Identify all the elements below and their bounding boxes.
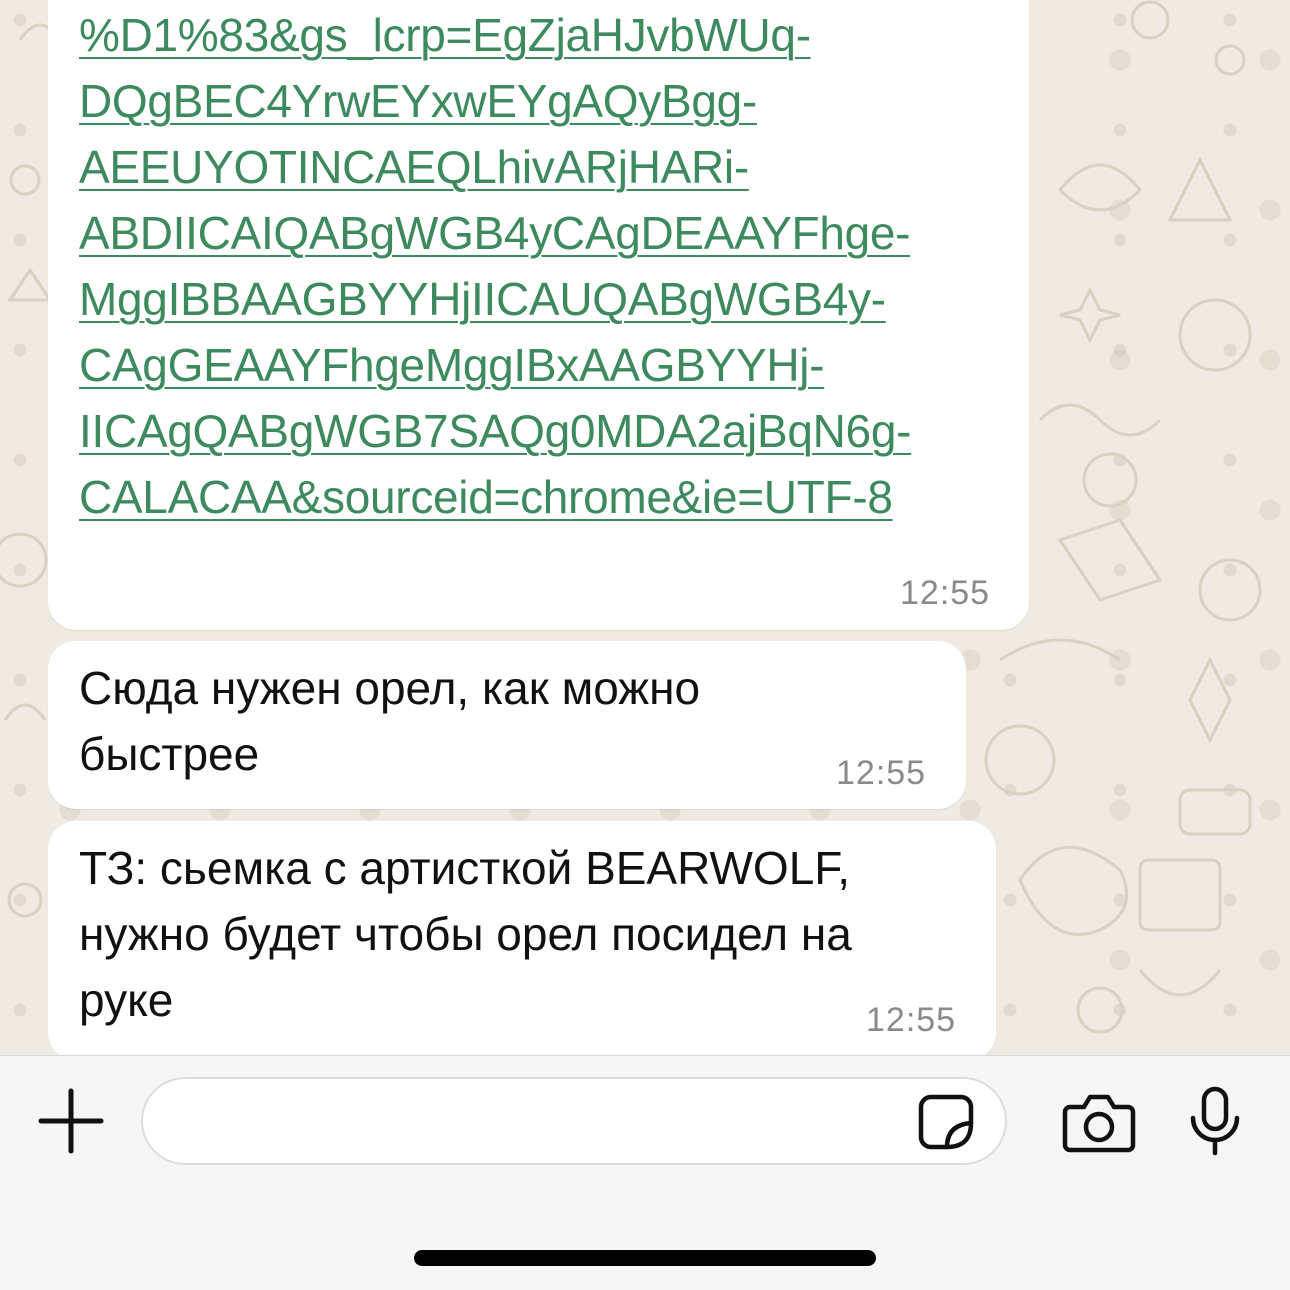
plus-icon	[38, 1088, 104, 1154]
attach-button[interactable]	[38, 1088, 104, 1154]
camera-icon	[1062, 1094, 1136, 1153]
message-link[interactable]: %D0%BA%D0%B8+ %D1%83&gs_lcrp=EgZjaHJvbWU…	[79, 0, 1019, 530]
microphone-button[interactable]	[1188, 1086, 1242, 1156]
message-time: 12:55	[836, 754, 927, 792]
camera-button[interactable]	[1062, 1093, 1136, 1153]
message-time: 12:55	[900, 574, 991, 612]
chat-area[interactable]: %D0%BA%D0%B8+ %D1%83&gs_lcrp=EgZjaHJvbWU…	[0, 0, 1290, 1055]
sticker-button[interactable]	[917, 1093, 975, 1151]
message-bubble[interactable]: Сюда нужен орел, как можно быстрее 12:55	[48, 641, 966, 809]
message-text: Сюда нужен орел, как можно быстрее	[79, 662, 701, 780]
message-bubble-link[interactable]: %D0%BA%D0%B8+ %D1%83&gs_lcrp=EgZjaHJvbWU…	[48, 0, 1029, 630]
message-input[interactable]	[173, 1093, 917, 1151]
sticker-icon	[918, 1094, 974, 1150]
microphone-icon	[1190, 1086, 1240, 1156]
message-bubble[interactable]: ТЗ: сьемка с артисткой BEARWOLF, нужно б…	[48, 821, 996, 1055]
message-text: ТЗ: сьемка с артисткой BEARWOLF, нужно б…	[79, 842, 852, 1026]
home-indicator	[414, 1250, 876, 1266]
message-input-container[interactable]	[141, 1077, 1007, 1165]
message-time: 12:55	[866, 1001, 957, 1039]
